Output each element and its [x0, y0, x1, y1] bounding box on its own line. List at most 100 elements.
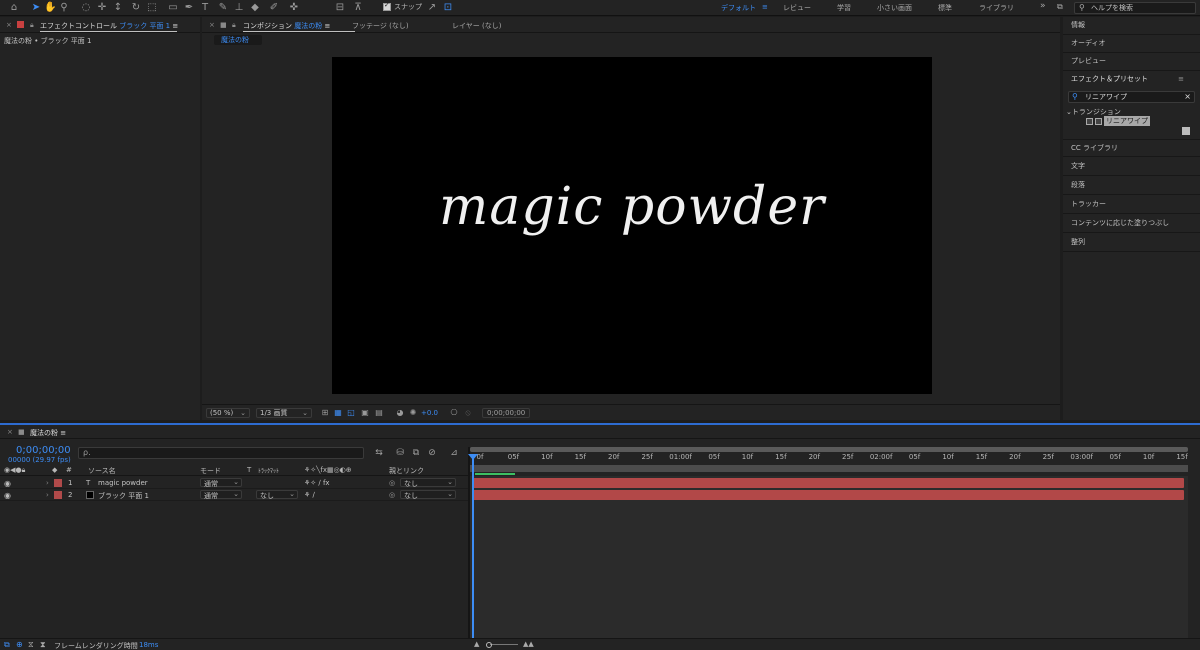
new-bin-icon[interactable]	[1182, 127, 1190, 135]
panel-menu-icon[interactable]: ≡	[324, 22, 330, 30]
zoom-in-icon[interactable]: ▲▲	[523, 640, 534, 648]
cc-libraries-panel[interactable]: CC ライブラリ	[1063, 139, 1200, 157]
workspace-libraries[interactable]: ライブラリ	[979, 3, 1014, 13]
magnification-select[interactable]: (50 %) ⌄	[206, 408, 250, 418]
help-search-input[interactable]: ⚲ ヘルプを検索	[1074, 2, 1196, 14]
rotate-tool-icon[interactable]: ↻	[130, 1, 142, 14]
puppet-tool-icon[interactable]: ✜	[288, 1, 300, 14]
workspace-small-screen[interactable]: 小さい画面	[877, 3, 912, 13]
eraser-tool-icon[interactable]: ◆	[249, 1, 261, 14]
anchor-point-tool-icon[interactable]: ⬚	[146, 1, 158, 14]
snapshot-camera-icon[interactable]: ⎔	[449, 408, 459, 418]
pick-whip-icon[interactable]: ◎	[389, 479, 395, 487]
layer-duration-bar[interactable]	[473, 490, 1184, 500]
layer-tab[interactable]: レイヤー (なし)	[452, 21, 501, 31]
channel-icon[interactable]: ◕	[395, 408, 405, 418]
render-time-toggle-icon[interactable]: ⧗	[40, 640, 46, 650]
comp-mini-flowchart-icon[interactable]: ⇆	[373, 447, 385, 459]
effects-presets-header[interactable]: エフェクト＆プリセット ≡	[1063, 71, 1200, 89]
pan-camera-icon[interactable]: ✛	[96, 1, 108, 14]
preview-panel[interactable]: プレビュー	[1063, 53, 1200, 71]
transparency-grid-icon[interactable]: ▦	[333, 408, 343, 418]
mode-column[interactable]: モード	[200, 466, 221, 476]
timeline-tab[interactable]: 魔法の粉 ≡	[30, 428, 66, 438]
clone-stamp-tool-icon[interactable]: ⊥	[233, 1, 245, 14]
align-icon[interactable]: ⊟	[334, 1, 346, 14]
expand-chevron-icon[interactable]: ›	[46, 491, 49, 499]
source-name-column[interactable]: ソース名	[88, 466, 116, 476]
footage-tab[interactable]: フッテージ (なし)	[352, 21, 409, 31]
work-area-bar[interactable]	[470, 465, 1188, 472]
orbit-camera-icon[interactable]: ◌	[80, 1, 92, 14]
close-panel-icon[interactable]: ×	[6, 21, 12, 29]
composition-canvas[interactable]: magic powder	[332, 57, 932, 394]
tracker-panel[interactable]: トラッカー	[1063, 196, 1200, 214]
lock-icon[interactable]: 🔒︎	[232, 21, 236, 30]
comp-flowchart-icon[interactable]: ■	[18, 428, 25, 436]
home-icon[interactable]: ⌂	[8, 1, 20, 14]
audio-panel[interactable]: オーディオ	[1063, 35, 1200, 53]
workspace-review[interactable]: レビュー	[783, 3, 811, 13]
snap-features-icon[interactable]: ⊡	[442, 1, 454, 14]
layer-duration-bar[interactable]	[473, 478, 1184, 488]
composition-tab[interactable]: コンポジション 魔法の粉 ≡	[243, 21, 330, 31]
frame-blending-icon[interactable]: ⊘	[426, 447, 438, 459]
effects-tree-item[interactable]: リニアワイプ	[1086, 116, 1150, 126]
content-aware-fill-panel[interactable]: コンテンツに応じた塗りつぶし	[1063, 215, 1200, 233]
layer-switches-toggle-icon[interactable]: ⧉	[4, 640, 10, 650]
comp-flowchart-icon[interactable]: ■	[220, 21, 227, 29]
layer-name[interactable]: magic powder	[98, 479, 148, 487]
effect-controls-title[interactable]: エフェクトコントロール ブラック 平面 1 ≡	[40, 21, 178, 31]
region-of-interest-icon[interactable]: ▣	[360, 408, 370, 418]
snap-toggle[interactable]: スナップ	[383, 1, 422, 12]
workspace-menu-icon[interactable]: ≡	[762, 3, 768, 11]
workspace-learn[interactable]: 学習	[837, 3, 851, 13]
exposure-value[interactable]: +0.0	[421, 409, 438, 417]
effects-search-input[interactable]: ⚲ リニアワイプ ×	[1068, 91, 1195, 103]
expand-chevron-icon[interactable]: ›	[46, 479, 49, 487]
work-area-navigator[interactable]	[470, 447, 1188, 452]
rectangle-tool-icon[interactable]: ▭	[167, 1, 179, 14]
align-panel[interactable]: 整列	[1063, 234, 1200, 252]
axis-mode-icon[interactable]: ⊼	[352, 1, 364, 14]
layer-label-color[interactable]	[54, 491, 62, 499]
modes-toggle-icon[interactable]: ⊕	[16, 640, 23, 649]
layer-switches[interactable]: ⚘✧ ∕ fx	[304, 479, 330, 487]
parent-link-column[interactable]: 親とリンク	[389, 466, 424, 476]
composition-breadcrumb[interactable]: 魔法の粉	[214, 35, 262, 45]
panel-menu-icon[interactable]: ≡	[1178, 71, 1184, 88]
current-time-display[interactable]: 0;00;00;00	[16, 445, 71, 456]
snap-checkbox[interactable]	[383, 1, 391, 11]
layer-switches[interactable]: ⚘ ∕	[304, 491, 315, 499]
close-panel-icon[interactable]: ×	[7, 428, 13, 436]
workspace-sync-icon[interactable]: ⧉	[1057, 2, 1063, 12]
panel-menu-icon[interactable]: ≡	[60, 429, 66, 437]
panel-menu-icon[interactable]: ≡	[172, 22, 178, 30]
layer-label-color[interactable]	[54, 479, 62, 487]
pen-tool-icon[interactable]: ✒	[183, 1, 195, 14]
character-panel[interactable]: 文字	[1063, 158, 1200, 176]
mask-visibility-icon[interactable]: ◱	[346, 408, 356, 418]
workspace-standard[interactable]: 標準	[938, 3, 952, 13]
shy-layers-icon[interactable]: ⧉	[410, 447, 422, 459]
resolution-select[interactable]: 1/3 画質 ⌄	[256, 408, 312, 418]
grid-guides-icon[interactable]: ▤	[374, 408, 384, 418]
show-snapshot-icon[interactable]: ⦸	[463, 408, 473, 418]
trkmat-column[interactable]: ﾄﾗｯｸﾏｯﾄ	[258, 466, 279, 475]
layer-row[interactable]: ◉ › 1 T magic powder 通常 ⌄ ⚘✧ ∕ fx ◎ なし ⌄	[0, 477, 468, 489]
snap-options-icon[interactable]: ↗	[426, 1, 438, 14]
brush-tool-icon[interactable]: ✎	[217, 1, 229, 14]
pick-whip-icon[interactable]: ◎	[389, 491, 395, 499]
timeline-scrollbar[interactable]	[1188, 447, 1200, 647]
zoom-tool-icon[interactable]: ⚲	[58, 1, 70, 14]
zoom-out-icon[interactable]: ▲	[474, 640, 479, 648]
clear-search-icon[interactable]: ×	[1184, 92, 1191, 102]
playhead[interactable]	[472, 457, 474, 642]
close-panel-icon[interactable]: ×	[209, 21, 215, 29]
parent-select[interactable]: なし ⌄	[400, 490, 456, 500]
lock-icon[interactable]: 🔒︎	[30, 21, 34, 30]
zoom-slider-knob[interactable]	[486, 642, 492, 648]
exposure-reset-icon[interactable]: ✺	[408, 408, 418, 418]
roto-brush-tool-icon[interactable]: ✐	[268, 1, 280, 14]
workspace-default[interactable]: デフォルト	[721, 3, 756, 13]
